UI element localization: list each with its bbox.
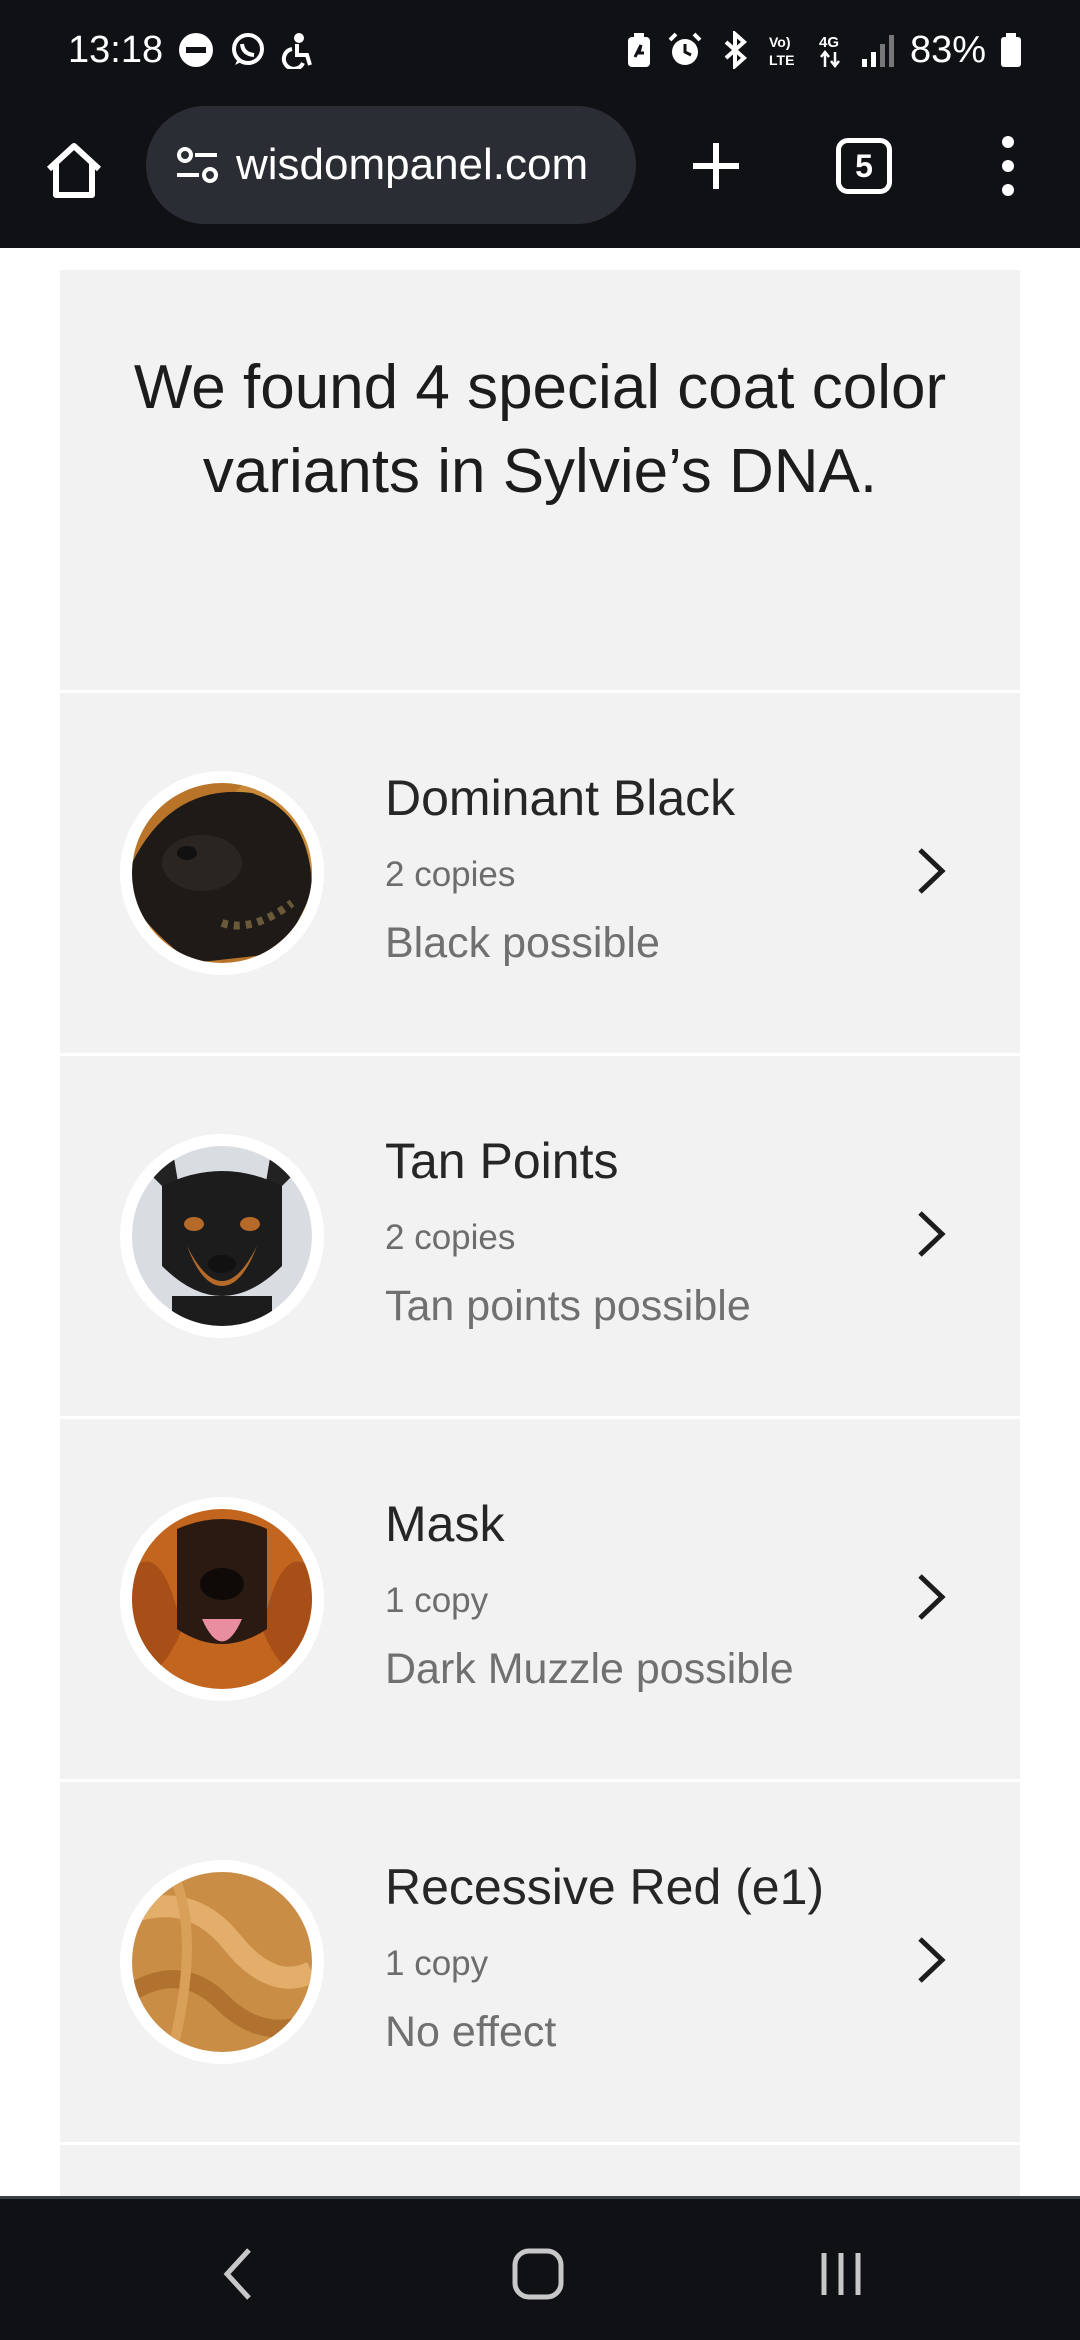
bluetooth-icon (718, 31, 752, 69)
new-tab-button[interactable] (680, 130, 752, 202)
variant-effect: No effect (385, 2008, 557, 2056)
variant-effect: Tan points possible (385, 1282, 751, 1330)
system-nav-bar (0, 2196, 1080, 2340)
whatsapp-icon (229, 31, 267, 69)
home-icon (46, 143, 102, 198)
avatar (120, 1497, 324, 1701)
more-vert-icon[interactable] (984, 130, 1032, 202)
variant-effect: Dark Muzzle possible (385, 1645, 794, 1693)
avatar (120, 771, 324, 975)
black-dog-photo (132, 783, 312, 963)
plus-icon (693, 143, 739, 189)
status-bar: 13:18 Vo) LTE 4G 83% (0, 0, 1080, 100)
svg-text:Vo): Vo) (769, 34, 791, 50)
variant-copies: 1 copy (385, 1581, 489, 1620)
chevron-right-icon (900, 1204, 960, 1264)
chevron-right-icon (900, 1567, 960, 1627)
clock: 13:18 (68, 28, 164, 71)
volte-icon: Vo) LTE (766, 31, 802, 69)
chevron-right-icon (900, 1930, 960, 1990)
variant-copies: 1 copy (385, 1944, 489, 1983)
variant-row-tan-points[interactable]: Tan Points 2 copies Tan points possible (60, 1056, 1020, 1416)
variant-effect: Black possible (385, 919, 660, 967)
variant-title: Tan Points (385, 1133, 619, 1189)
variant-copies: 2 copies (385, 1218, 516, 1257)
battery-percent: 83% (909, 28, 986, 71)
mask-dog-photo (132, 1509, 312, 1689)
battery-icon (1000, 31, 1022, 69)
variant-title: Recessive Red (e1) (385, 1859, 825, 1915)
signal-icon (860, 31, 896, 69)
svg-text:4G: 4G (819, 34, 839, 51)
variant-row-dominant-black[interactable]: Dominant Black 2 copies Black possible (60, 693, 1020, 1053)
variant-row-mask[interactable]: Mask 1 copy Dark Muzzle possible (60, 1419, 1020, 1779)
avatar (120, 1860, 324, 2064)
alarm-icon (666, 31, 704, 69)
mobile-data-icon: 4G (816, 31, 846, 69)
page-title: We found 4 special coat color variants i… (133, 353, 947, 506)
variant-copies: 2 copies (385, 855, 516, 894)
page-content[interactable]: We found 4 special coat color variants i… (0, 248, 1080, 2196)
avatar (120, 1134, 324, 1338)
variant-row-recessive-red[interactable]: Recessive Red (e1) 1 copy No effect (60, 1782, 1020, 2142)
variant-title: Dominant Black (385, 770, 736, 826)
browser-toolbar: wisdompanel.com 5 (0, 100, 1080, 248)
accessibility-icon (281, 31, 315, 69)
tan-points-dog-photo (132, 1146, 312, 1326)
red-fur-photo (132, 1872, 312, 2052)
battery-saver-icon (626, 31, 652, 69)
tab-switcher-button[interactable]: 5 (836, 138, 892, 194)
status-right: Vo) LTE 4G 83% (626, 29, 1022, 72)
variants-card: We found 4 special coat color variants i… (60, 270, 1020, 2196)
back-icon[interactable] (192, 2229, 282, 2319)
recents-icon[interactable] (796, 2229, 886, 2319)
address-bar[interactable]: wisdompanel.com (146, 106, 636, 224)
url-text: wisdompanel.com (236, 140, 589, 189)
site-settings-icon[interactable] (170, 137, 226, 193)
home-button[interactable] (38, 134, 110, 206)
divider (60, 2142, 1020, 2145)
do-not-disturb-icon (177, 31, 215, 69)
status-left: 13:18 (68, 29, 315, 72)
home-square-icon[interactable] (493, 2229, 583, 2319)
svg-text:LTE: LTE (769, 52, 794, 68)
variant-title: Mask (385, 1496, 505, 1552)
chevron-right-icon (900, 841, 960, 901)
